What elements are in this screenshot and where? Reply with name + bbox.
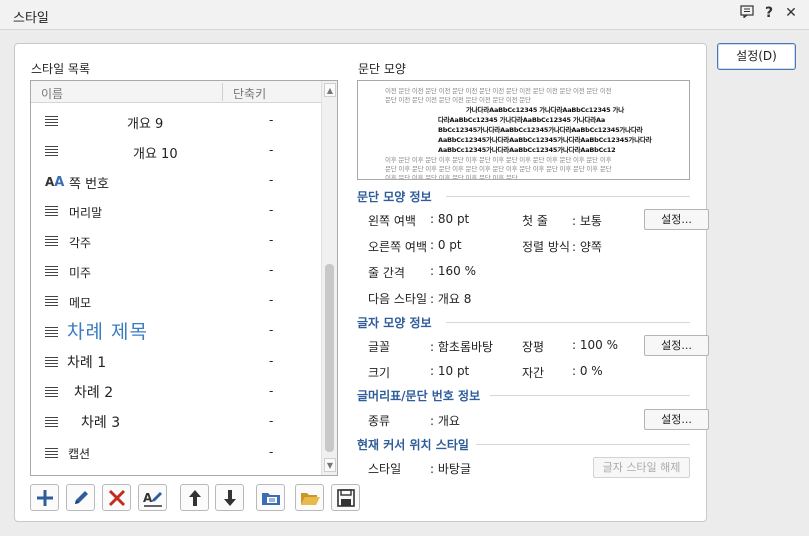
paragraph-style-icon (45, 417, 58, 429)
paragraph-style-icon (45, 448, 58, 460)
kind-value: : 개요 (430, 414, 460, 428)
character-style-icon: AA (45, 175, 65, 190)
paragraph-preview: 이전 문단 이전 문단 이전 문단 이전 문단 이전 문단 이전 문단 이전 문… (357, 80, 690, 180)
first-line-label: 첫 줄 (522, 214, 548, 228)
list-item-footnote[interactable]: 각주 - (31, 227, 321, 257)
save-style-button[interactable] (331, 484, 360, 511)
edit-icon (75, 491, 88, 504)
list-header: 이름 단축키 (31, 81, 321, 103)
open-folder-icon (301, 493, 320, 505)
scroll-down-icon[interactable]: ▼ (324, 458, 336, 472)
right-margin-label: 오른쪽 여백 (368, 240, 428, 254)
divider (476, 444, 690, 445)
import-style-button[interactable] (256, 484, 285, 511)
paragraph-style-icon (45, 357, 58, 369)
scroll-up-icon[interactable]: ▲ (324, 83, 336, 97)
first-line-value: : 보통 (572, 214, 602, 228)
column-divider (222, 83, 223, 101)
replace-style-button[interactable]: A (138, 484, 167, 511)
font-label: 글꼴 (368, 340, 391, 354)
window-title: 스타일 (13, 11, 49, 26)
next-style-value: : 개요 8 (430, 292, 472, 306)
char-info-heading: 글자 모양 정보 (357, 316, 432, 330)
list-item-toc-2[interactable]: 차례 2 - (31, 377, 321, 407)
save-icon (337, 489, 355, 507)
release-char-style-button[interactable]: 글자 스타일 해제 (593, 457, 690, 478)
edit-style-button[interactable] (66, 484, 95, 511)
cursor-style-label: 스타일 (368, 462, 402, 476)
list-scrollbar[interactable]: ▲ ▼ (321, 81, 337, 475)
paragraph-style-icon (45, 327, 58, 339)
close-icon[interactable]: ✕ (782, 5, 800, 21)
paragraph-style-icon (45, 146, 58, 158)
help-icon[interactable]: ? (760, 5, 778, 21)
replace-style-icon: A (143, 491, 162, 507)
char-settings-button[interactable]: 설정... (644, 335, 709, 356)
list-item-toc-3[interactable]: 차례 3 - (31, 407, 321, 437)
list-item-caption[interactable]: 캡션 - (31, 438, 321, 468)
cursor-style-heading: 현재 커서 위치 스타일 (357, 438, 469, 452)
left-margin-value: : 80 pt (430, 212, 470, 226)
left-margin-label: 왼쪽 여백 (368, 214, 416, 228)
right-margin-value: : 0 pt (430, 238, 462, 252)
size-value: : 10 pt (430, 364, 470, 378)
divider (446, 196, 690, 197)
spacing-label: 자간 (522, 366, 545, 380)
paragraph-settings-button[interactable]: 설정... (644, 209, 709, 230)
column-name-header[interactable]: 이름 (41, 85, 63, 102)
paragraph-style-icon (45, 236, 58, 248)
divider (446, 322, 690, 323)
delete-icon (108, 489, 126, 507)
scroll-thumb[interactable] (325, 264, 334, 452)
delete-style-button[interactable] (102, 484, 131, 511)
paragraph-style-icon (45, 387, 58, 399)
column-shortcut-header[interactable]: 단축키 (233, 85, 266, 102)
list-item-toc-title[interactable]: 차례 제목 - (31, 313, 321, 349)
align-label: 정렬 방식 (522, 240, 570, 254)
paragraph-style-icon (45, 296, 58, 308)
cursor-style-value: : 바탕글 (430, 462, 471, 476)
paragraph-style-icon (45, 266, 58, 278)
next-style-label: 다음 스타일 (368, 292, 428, 306)
size-label: 크기 (368, 366, 391, 380)
list-item-header[interactable]: 머리말 - (31, 197, 321, 227)
width-value: : 100 % (572, 338, 618, 352)
align-value: : 양쪽 (572, 240, 602, 254)
bullet-settings-button[interactable]: 설정... (644, 409, 709, 430)
list-item-page-number[interactable]: AA 쪽 번호 - (31, 167, 321, 197)
font-value: : 함초롬바탕 (430, 340, 494, 354)
add-style-button[interactable] (30, 484, 59, 511)
line-spacing-value: : 160 % (430, 264, 476, 278)
spacing-value: : 0 % (572, 364, 603, 378)
width-label: 장평 (522, 340, 545, 354)
open-folder-button[interactable] (295, 484, 324, 511)
paragraph-style-icon (45, 206, 58, 218)
move-down-icon (224, 490, 236, 506)
title-bar: 스타일 ? ✕ (0, 0, 809, 30)
chat-icon[interactable] (738, 5, 756, 22)
list-item-endnote[interactable]: 미주 - (31, 257, 321, 287)
add-icon (37, 490, 53, 506)
style-list-label: 스타일 목록 (31, 62, 91, 76)
move-up-button[interactable] (180, 484, 209, 511)
settings-button[interactable]: 설정(D) (717, 43, 796, 70)
paragraph-style-icon (45, 116, 58, 128)
svg-text:A: A (143, 491, 153, 505)
style-list[interactable]: 이름 단축키 개요 9 - 개요 10 - AA 쪽 번호 - 머리말 - 각주… (30, 80, 338, 476)
import-icon (262, 493, 280, 505)
paragraph-info-heading: 문단 모양 정보 (357, 190, 432, 204)
move-up-icon (189, 490, 201, 506)
kind-label: 종류 (368, 414, 391, 428)
list-item-toc-1[interactable]: 차례 1 - (31, 347, 321, 377)
divider (490, 395, 690, 396)
list-item-outline-9[interactable]: 개요 9 - (31, 107, 321, 137)
bullet-info-heading: 글머리표/문단 번호 정보 (357, 389, 481, 403)
move-down-button[interactable] (215, 484, 244, 511)
line-spacing-label: 줄 간격 (368, 266, 405, 280)
list-item-outline-10[interactable]: 개요 10 - (31, 137, 321, 167)
paragraph-preview-label: 문단 모양 (358, 62, 406, 76)
